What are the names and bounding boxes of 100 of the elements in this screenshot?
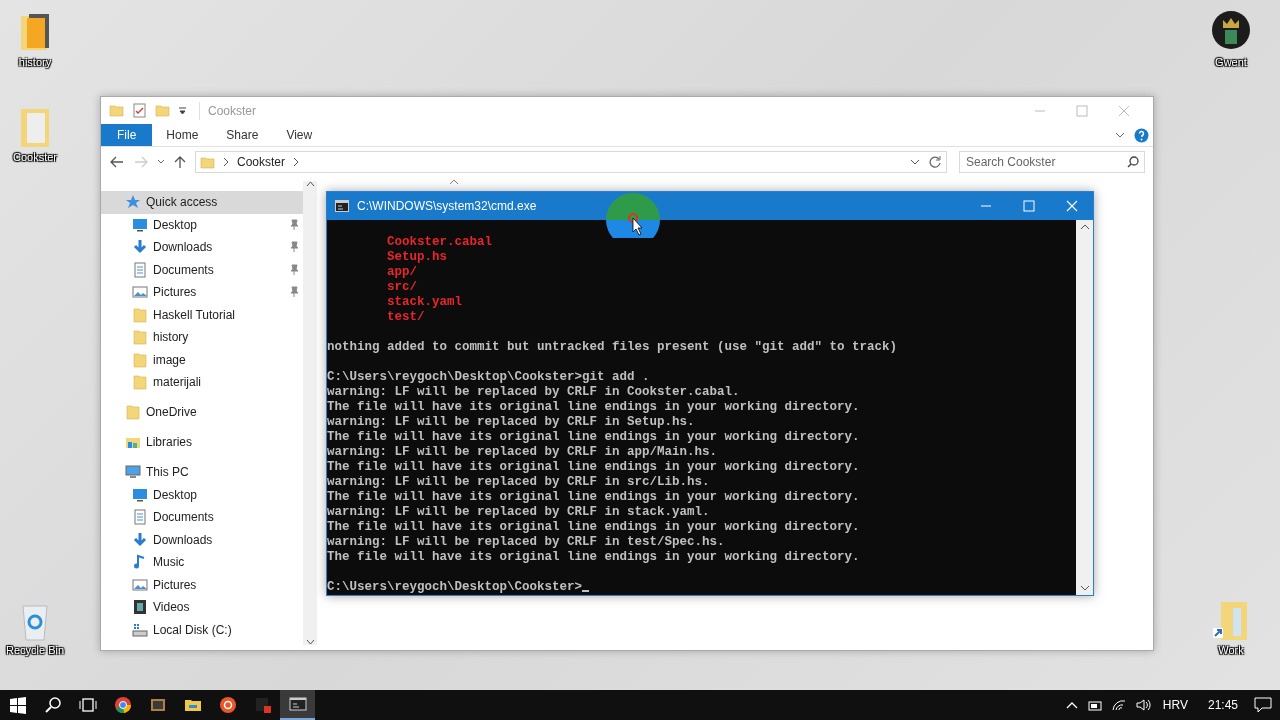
folder-icon [132, 351, 148, 368]
nav-item[interactable]: image [101, 348, 303, 371]
text-cursor [582, 590, 590, 592]
nav-item[interactable]: Local Disk (C:) [101, 618, 303, 641]
download-icon [132, 531, 148, 548]
up-icon[interactable] [173, 155, 187, 169]
path-segment[interactable]: Cookster [237, 153, 286, 171]
search-icon[interactable] [1127, 156, 1139, 168]
folder-icon [200, 154, 215, 170]
console-icon[interactable] [288, 695, 307, 713]
nav-item[interactable]: materijali [101, 371, 303, 394]
untracked-file: app/ [387, 265, 417, 279]
desktop-icon [132, 486, 148, 503]
console-line: The file will have its original line endings in your working directory. [327, 430, 860, 444]
properties-icon[interactable] [132, 103, 147, 118]
scroll-up-icon[interactable] [1079, 224, 1090, 230]
nav-label: Documents [153, 261, 214, 279]
scrollbar[interactable] [303, 181, 317, 645]
console-line: warning: LF will be replaced by CRLF in test/Spec.hs. [327, 535, 725, 549]
ribbon-tab[interactable]: View [272, 124, 327, 146]
download-icon [132, 239, 148, 256]
language-indicator[interactable]: HRV [1158, 696, 1192, 714]
console-line: warning: LF will be replaced by CRLF in stack.yaml. [327, 505, 710, 519]
star-icon [125, 194, 141, 211]
nav-item[interactable]: Pictures [101, 573, 303, 596]
app-icon[interactable] [218, 696, 237, 714]
battery-icon[interactable] [1086, 698, 1103, 712]
nav-label: Videos [153, 599, 190, 617]
icon-label[interactable]: Gwent [1215, 54, 1247, 71]
untracked-file: Setup.hs [387, 250, 447, 264]
console-line: C:\Users\reygoch\Desktop\Cookster>git add . [327, 370, 650, 384]
nav-label: This PC [146, 464, 189, 482]
folder-icon [132, 329, 148, 346]
picture-icon [132, 284, 148, 301]
console-line: nothing added to commit but untracked files present (use "git add" to track) [327, 340, 898, 354]
document-icon [132, 261, 148, 278]
nav-label: image [153, 351, 186, 369]
video-icon [132, 599, 148, 616]
console-line: C:\Users\reygoch\Desktop\Cookster> [327, 580, 583, 594]
console-line: The file will have its original line endings in your working directory. [327, 520, 860, 534]
icon-label[interactable]: Work [1218, 642, 1244, 659]
console-line: warning: LF will be replaced by CRLF in Cookster.cabal. [327, 385, 740, 399]
dropdown-icon[interactable] [910, 157, 920, 167]
nav-item[interactable]: Pictures [101, 281, 303, 304]
ribbon-tab[interactable]: Share [212, 124, 273, 146]
icon-label[interactable]: history [18, 54, 52, 71]
nav-item[interactable]: Libraries [101, 431, 303, 454]
nav-item[interactable]: Quick access [101, 191, 303, 214]
nav-item[interactable]: Downloads [101, 236, 303, 259]
volume-icon[interactable] [1134, 698, 1151, 712]
console-line: The file will have its original line endings in your working directory. [327, 400, 860, 414]
help-icon[interactable] [1134, 127, 1149, 143]
address-bar[interactable]: Cookster [195, 151, 947, 173]
nav-item[interactable]: Desktop [101, 483, 303, 506]
picture-icon [132, 576, 148, 593]
icon-label[interactable]: Recycle Bin [5, 642, 65, 659]
ribbon-tab[interactable]: Home [152, 124, 213, 146]
nav-item[interactable]: history [101, 326, 303, 349]
start-icon[interactable] [8, 696, 27, 714]
scroll-down-icon[interactable] [305, 639, 315, 645]
disk-icon [132, 621, 148, 638]
nav-item[interactable]: Videos [101, 596, 303, 619]
nav-label: Desktop [153, 486, 198, 504]
nav-label: Desktop [153, 216, 198, 234]
nav-item[interactable]: OneDrive [101, 401, 303, 424]
nav-item[interactable]: Downloads [101, 528, 303, 551]
console-line: The file will have its original line endings in your working directory. [327, 460, 860, 474]
browser-icon[interactable] [113, 696, 132, 714]
nav-label: OneDrive [146, 404, 197, 422]
icon-label[interactable]: Cookster [13, 149, 57, 166]
desktop-icon [132, 216, 148, 233]
folder-icon [125, 404, 141, 421]
nav-label: Libraries [146, 434, 193, 452]
nav-label: Quick access [146, 194, 218, 212]
scroll-down-icon[interactable] [1079, 585, 1090, 591]
refresh-icon[interactable] [928, 155, 942, 169]
nav-item[interactable]: Desktop [101, 213, 303, 236]
nav-item[interactable]: Documents [101, 258, 303, 281]
ribbon-tab[interactable]: File [101, 124, 153, 146]
nav-item[interactable]: Music [101, 551, 303, 574]
scroll-up-icon[interactable] [305, 181, 315, 187]
console-line: The file will have its original line endings in your working directory. [327, 490, 860, 504]
nav-item[interactable]: Documents [101, 506, 303, 529]
notification-icon[interactable] [1254, 697, 1272, 713]
task-view-icon[interactable] [78, 696, 97, 714]
back-icon[interactable] [109, 155, 125, 169]
folder-icon [132, 374, 148, 391]
search-icon[interactable] [43, 696, 62, 714]
nav-label: Music [153, 554, 185, 572]
nav-label: Pictures [153, 576, 197, 594]
clock[interactable]: 21:45 [1199, 696, 1246, 714]
nav-item[interactable]: Haskell Tutorial [101, 303, 303, 326]
console-line: warning: LF will be replaced by CRLF in app/Main.hs. [327, 445, 718, 459]
scrollbar[interactable] [1076, 220, 1093, 595]
search-field[interactable]: Search Cookster [959, 151, 1145, 173]
nav-item[interactable]: This PC [101, 461, 303, 484]
wifi-icon[interactable] [1110, 698, 1127, 712]
document-icon [132, 509, 148, 526]
console-line: warning: LF will be replaced by CRLF in Setup.hs. [327, 415, 695, 429]
untracked-file: src/ [387, 280, 417, 294]
